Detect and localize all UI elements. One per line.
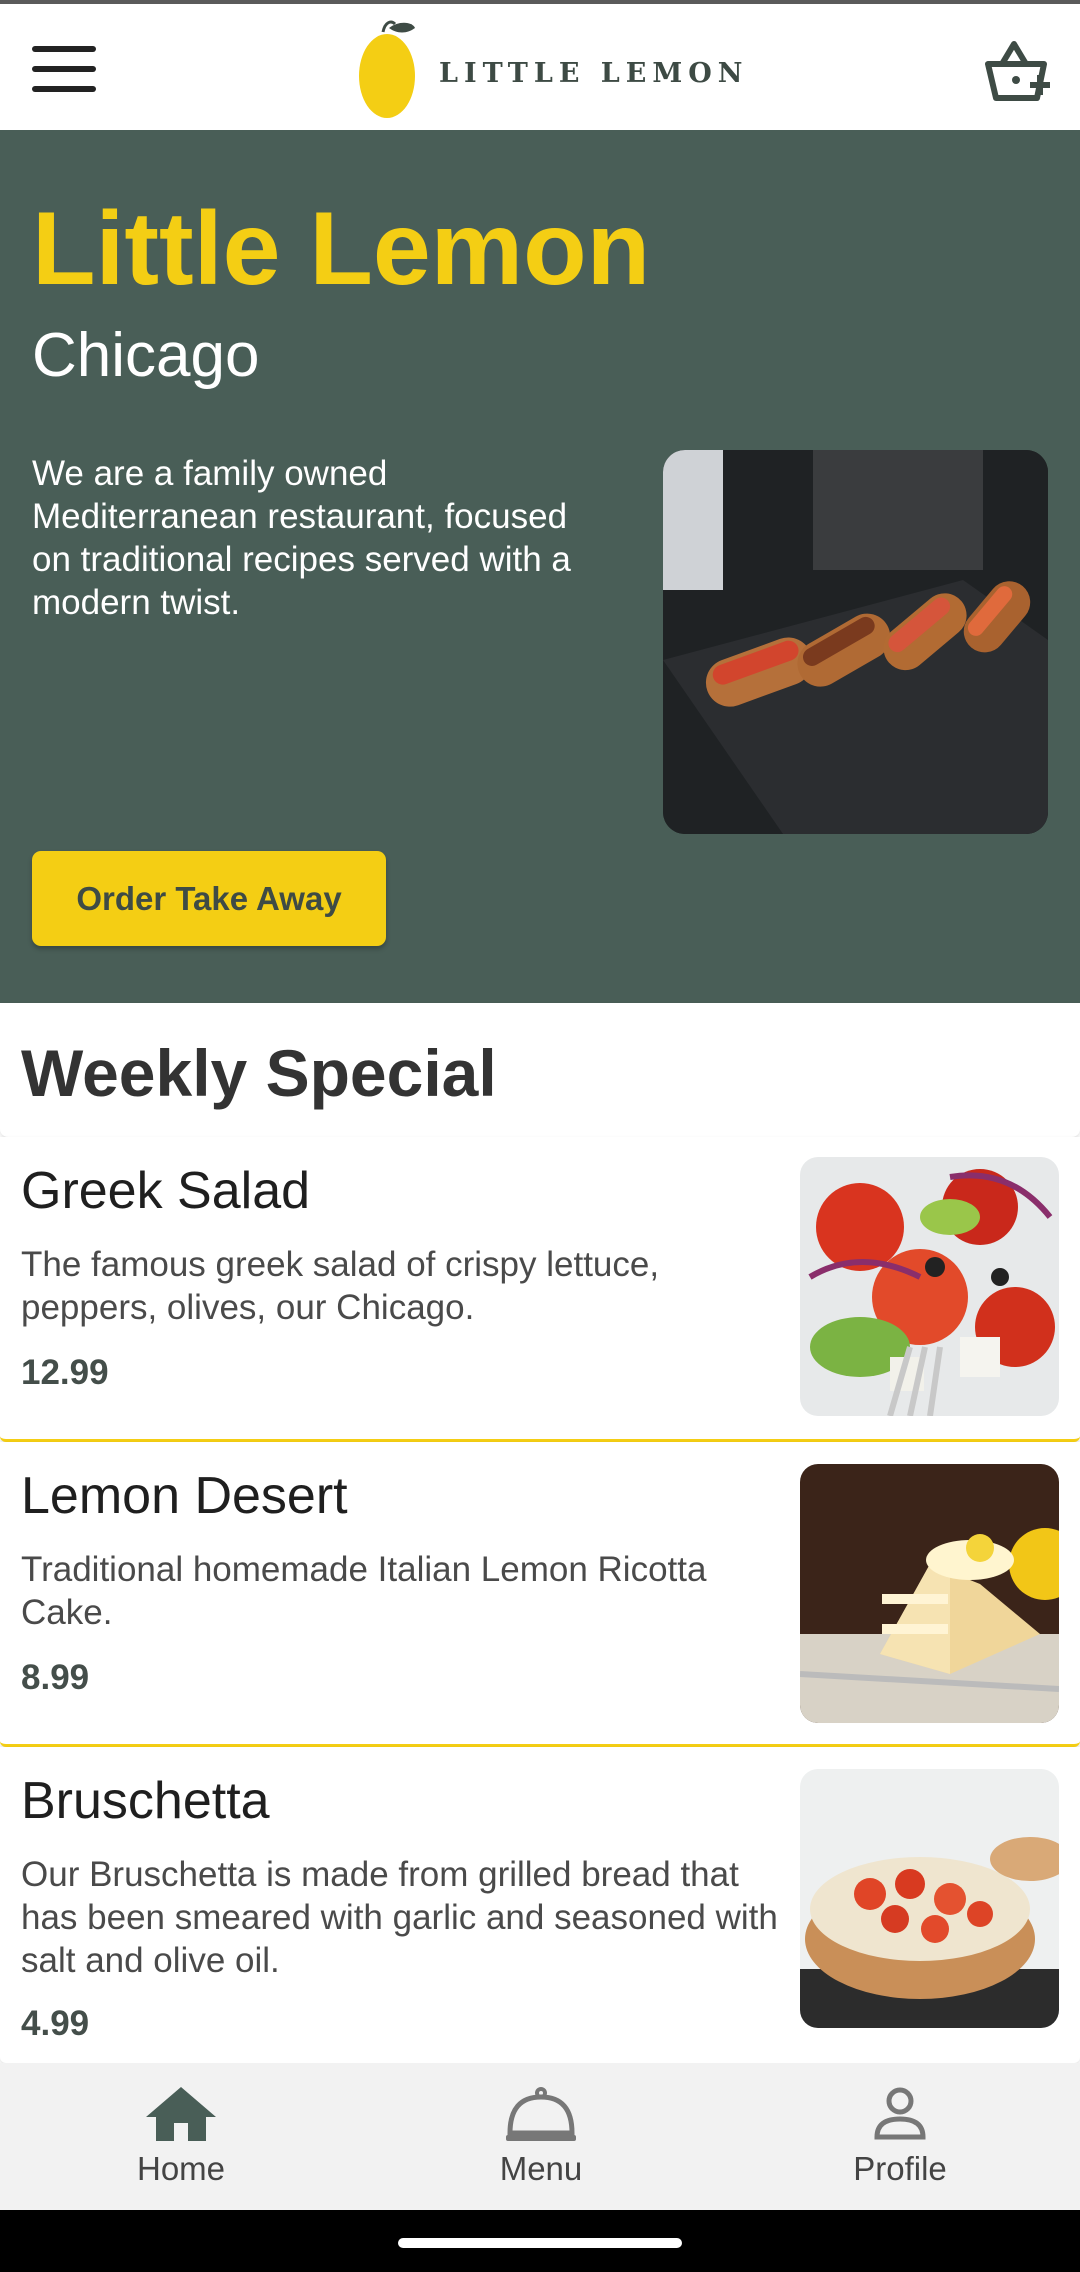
basket-add-icon[interactable]: [982, 38, 1052, 104]
nav-label-menu: Menu: [499, 2150, 583, 2187]
menu-item-price: 12.99: [21, 1353, 109, 1392]
menu-item-image: [800, 1769, 1059, 2028]
brand-logo: LITTLE LEMON: [355, 18, 742, 122]
home-gesture-handle[interactable]: [398, 2238, 682, 2248]
lemon-icon: [359, 20, 415, 118]
menu-item-name: Lemon Desert: [21, 1467, 348, 1525]
home-icon: [146, 2087, 216, 2141]
menu-item-image: [800, 1464, 1059, 1723]
hero-subtitle: Chicago: [32, 321, 260, 390]
menu-item-description: Traditional homemade Italian Lemon Ricot…: [21, 1550, 707, 1632]
cloche-icon: [506, 2087, 576, 2141]
hero-image: [663, 450, 1048, 834]
top-app-bar: LITTLE LEMON: [0, 0, 1080, 130]
brand-name: LITTLE LEMON: [439, 58, 749, 89]
menu-item-greek-salad[interactable]: Greek Salad The famous greek salad of cr…: [0, 1137, 1080, 1442]
bottom-navigation: Home Menu Profile: [0, 2063, 1080, 2210]
menu-item-description: The famous greek salad of crispy lettuce…: [21, 1245, 660, 1327]
order-take-away-button[interactable]: Order Take Away: [32, 851, 386, 946]
menu-item-lemon-desert[interactable]: Lemon Desert Traditional homemade Italia…: [0, 1442, 1080, 1747]
person-icon: [874, 2087, 926, 2140]
hamburger-icon[interactable]: [32, 42, 96, 94]
nav-label-profile: Profile: [853, 2150, 947, 2187]
nav-label-home: Home: [136, 2150, 226, 2187]
nav-item-menu[interactable]: Menu: [411, 2063, 671, 2210]
weekly-special-header: Weekly Special: [0, 1003, 1080, 1137]
system-navigation-bar: [0, 2210, 1080, 2272]
nav-item-home[interactable]: Home: [51, 2063, 311, 2210]
weekly-special-title: Weekly Special: [21, 1036, 497, 1110]
hero-description: We are a family owned Mediterranean rest…: [32, 454, 571, 622]
menu-item-bruschetta[interactable]: Bruschetta Our Bruschetta is made from g…: [0, 1747, 1080, 2063]
hero-title: Little Lemon: [32, 191, 651, 307]
menu-item-name: Greek Salad: [21, 1162, 311, 1220]
menu-item-description: Our Bruschetta is made from grilled brea…: [21, 1855, 778, 1980]
hero-section: Little Lemon Chicago We are a family own…: [0, 130, 1080, 1003]
menu-item-price: 8.99: [21, 1658, 90, 1697]
menu-item-image: [800, 1157, 1059, 1416]
menu-item-name: Bruschetta: [21, 1772, 270, 1830]
nav-item-profile[interactable]: Profile: [770, 2063, 1030, 2210]
menu-item-price: 4.99: [21, 2004, 90, 2043]
